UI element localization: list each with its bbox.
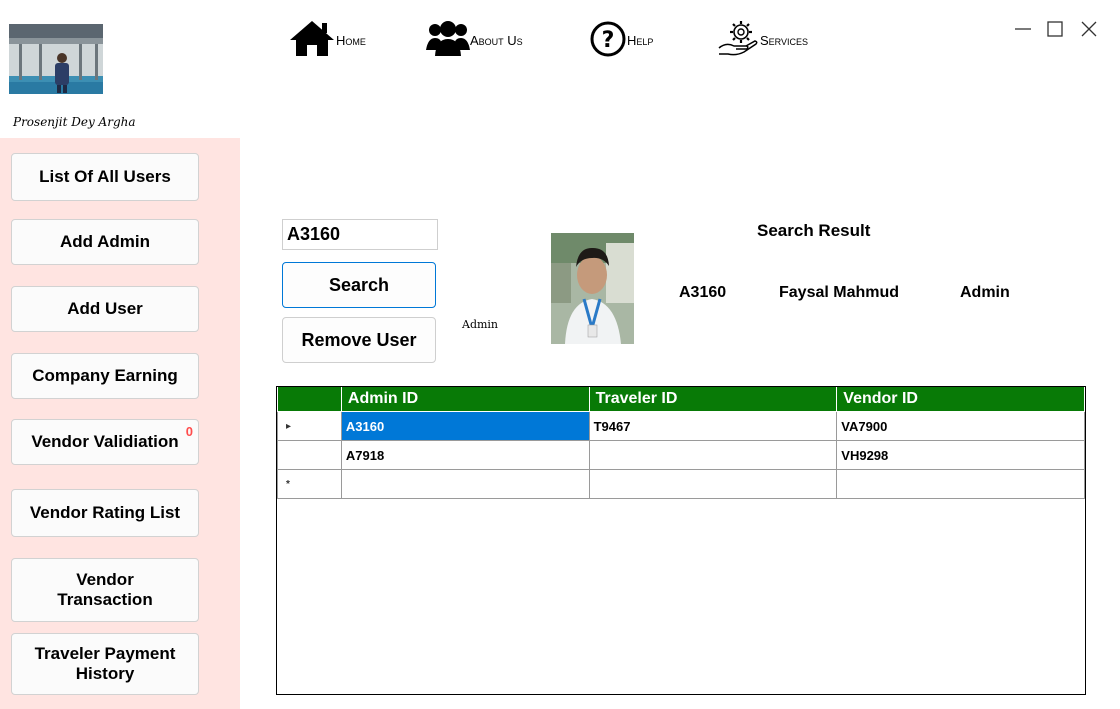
sidebar-item-vendor-validiation[interactable]: Vendor Validiation 0 [11,419,199,465]
table-cell[interactable]: VA7900 [836,411,1085,441]
row-selector[interactable] [277,440,342,470]
table-cell[interactable]: A3160 [340,411,590,441]
nav-help[interactable]: ? Help [589,18,653,62]
result-name: Faysal Mahmud [779,284,900,301]
sidebar-item-label: List Of All Users [39,167,171,186]
role-label: Admin [462,318,499,331]
table-cell[interactable]: A7918 [340,440,590,470]
table-row-new[interactable]: * [277,469,1085,499]
sidebar-item-label: Add Admin [59,232,151,251]
search-result-title: Search Result [757,221,871,240]
column-header-vendor-id[interactable]: Vendor ID [836,387,1085,412]
svg-text:?: ? [602,28,615,53]
profile-name: Prosenjit Dey Argha [13,115,136,129]
users-data-grid[interactable]: Admin ID Traveler ID Vendor ID ▸ A3160 T… [276,386,1086,695]
sidebar-item-list-of-all-users[interactable]: List Of All Users [11,153,199,201]
result-photo [551,233,634,344]
sidebar-item-add-user[interactable]: Add User [11,286,199,332]
sidebar: List Of All Users Add Admin Add User Com… [0,138,240,709]
column-header-admin-id[interactable]: Admin ID [340,387,590,412]
sidebar-item-traveler-payment-history[interactable]: Traveler Payment History [11,633,199,695]
search-input[interactable] [282,219,438,250]
sidebar-item-label: Company Earning [32,366,178,385]
profile-photo [9,24,103,94]
row-selector-icon[interactable]: ▸ [277,411,342,441]
result-role: Admin [960,284,1010,301]
search-button[interactable]: Search [282,262,436,308]
table-cell[interactable] [588,440,838,470]
sidebar-item-label: Vendor Rating List [29,503,181,522]
table-cell[interactable] [340,469,590,499]
nav-services[interactable]: Services [716,18,808,62]
sidebar-item-company-earning[interactable]: Company Earning [11,353,199,399]
users-icon [426,18,470,63]
sidebar-item-label: Traveler Payment History [34,644,176,683]
table-cell[interactable] [836,469,1085,499]
nav-help-label: Help [627,32,654,48]
row-header-corner [277,387,342,412]
table-row[interactable]: A7918 VH9298 [277,440,1085,470]
sidebar-item-label: Vendor Transaction [57,570,153,609]
search-button-label: Search [328,274,390,295]
maximize-button[interactable] [1044,18,1066,40]
minimize-button[interactable] [1012,18,1034,40]
result-id: A3160 [679,284,727,301]
new-row-icon[interactable]: * [277,469,342,499]
nav-about-label: About Us [470,32,523,48]
table-cell[interactable]: T9467 [588,411,838,441]
sidebar-item-vendor-rating-list[interactable]: Vendor Rating List [11,489,199,537]
nav-services-label: Services [760,32,809,48]
sidebar-item-add-admin[interactable]: Add Admin [11,219,199,265]
help-icon: ? [589,18,627,63]
sidebar-item-vendor-transaction[interactable]: Vendor Transaction [11,558,199,622]
services-icon [716,18,760,63]
table-row[interactable]: ▸ A3160 T9467 VA7900 [277,411,1085,441]
remove-user-button-label: Remove User [301,329,417,350]
column-header-traveler-id[interactable]: Traveler ID [588,387,838,412]
sidebar-item-label: Vendor Validiation [31,432,179,451]
remove-user-button[interactable]: Remove User [282,317,436,363]
grid-header-row: Admin ID Traveler ID Vendor ID [277,387,1085,412]
home-icon [288,18,336,63]
close-button[interactable] [1078,18,1100,40]
nav-about[interactable]: About Us [426,18,523,62]
table-cell[interactable]: VH9298 [836,440,1085,470]
nav-home[interactable]: Home [288,18,366,62]
sidebar-item-label: Add User [67,299,143,318]
notification-badge: 0 [185,424,193,439]
table-cell[interactable] [588,469,838,499]
nav-home-label: Home [336,32,366,48]
